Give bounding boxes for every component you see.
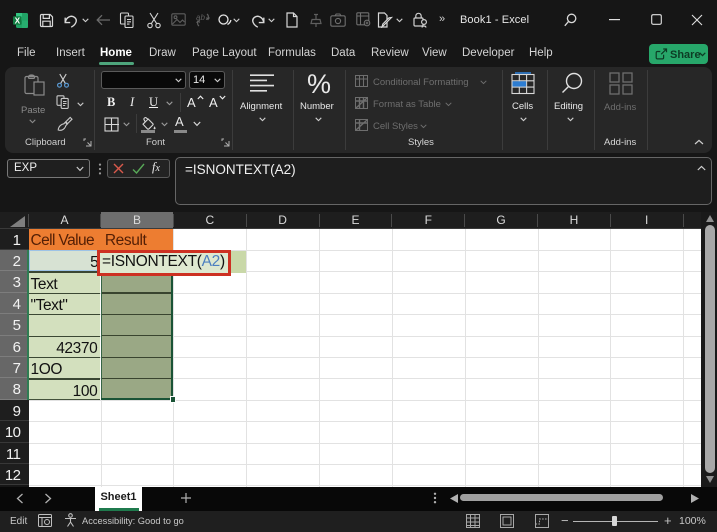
svg-text:ab: ab: [196, 13, 205, 22]
svg-text:X: X: [15, 16, 21, 25]
